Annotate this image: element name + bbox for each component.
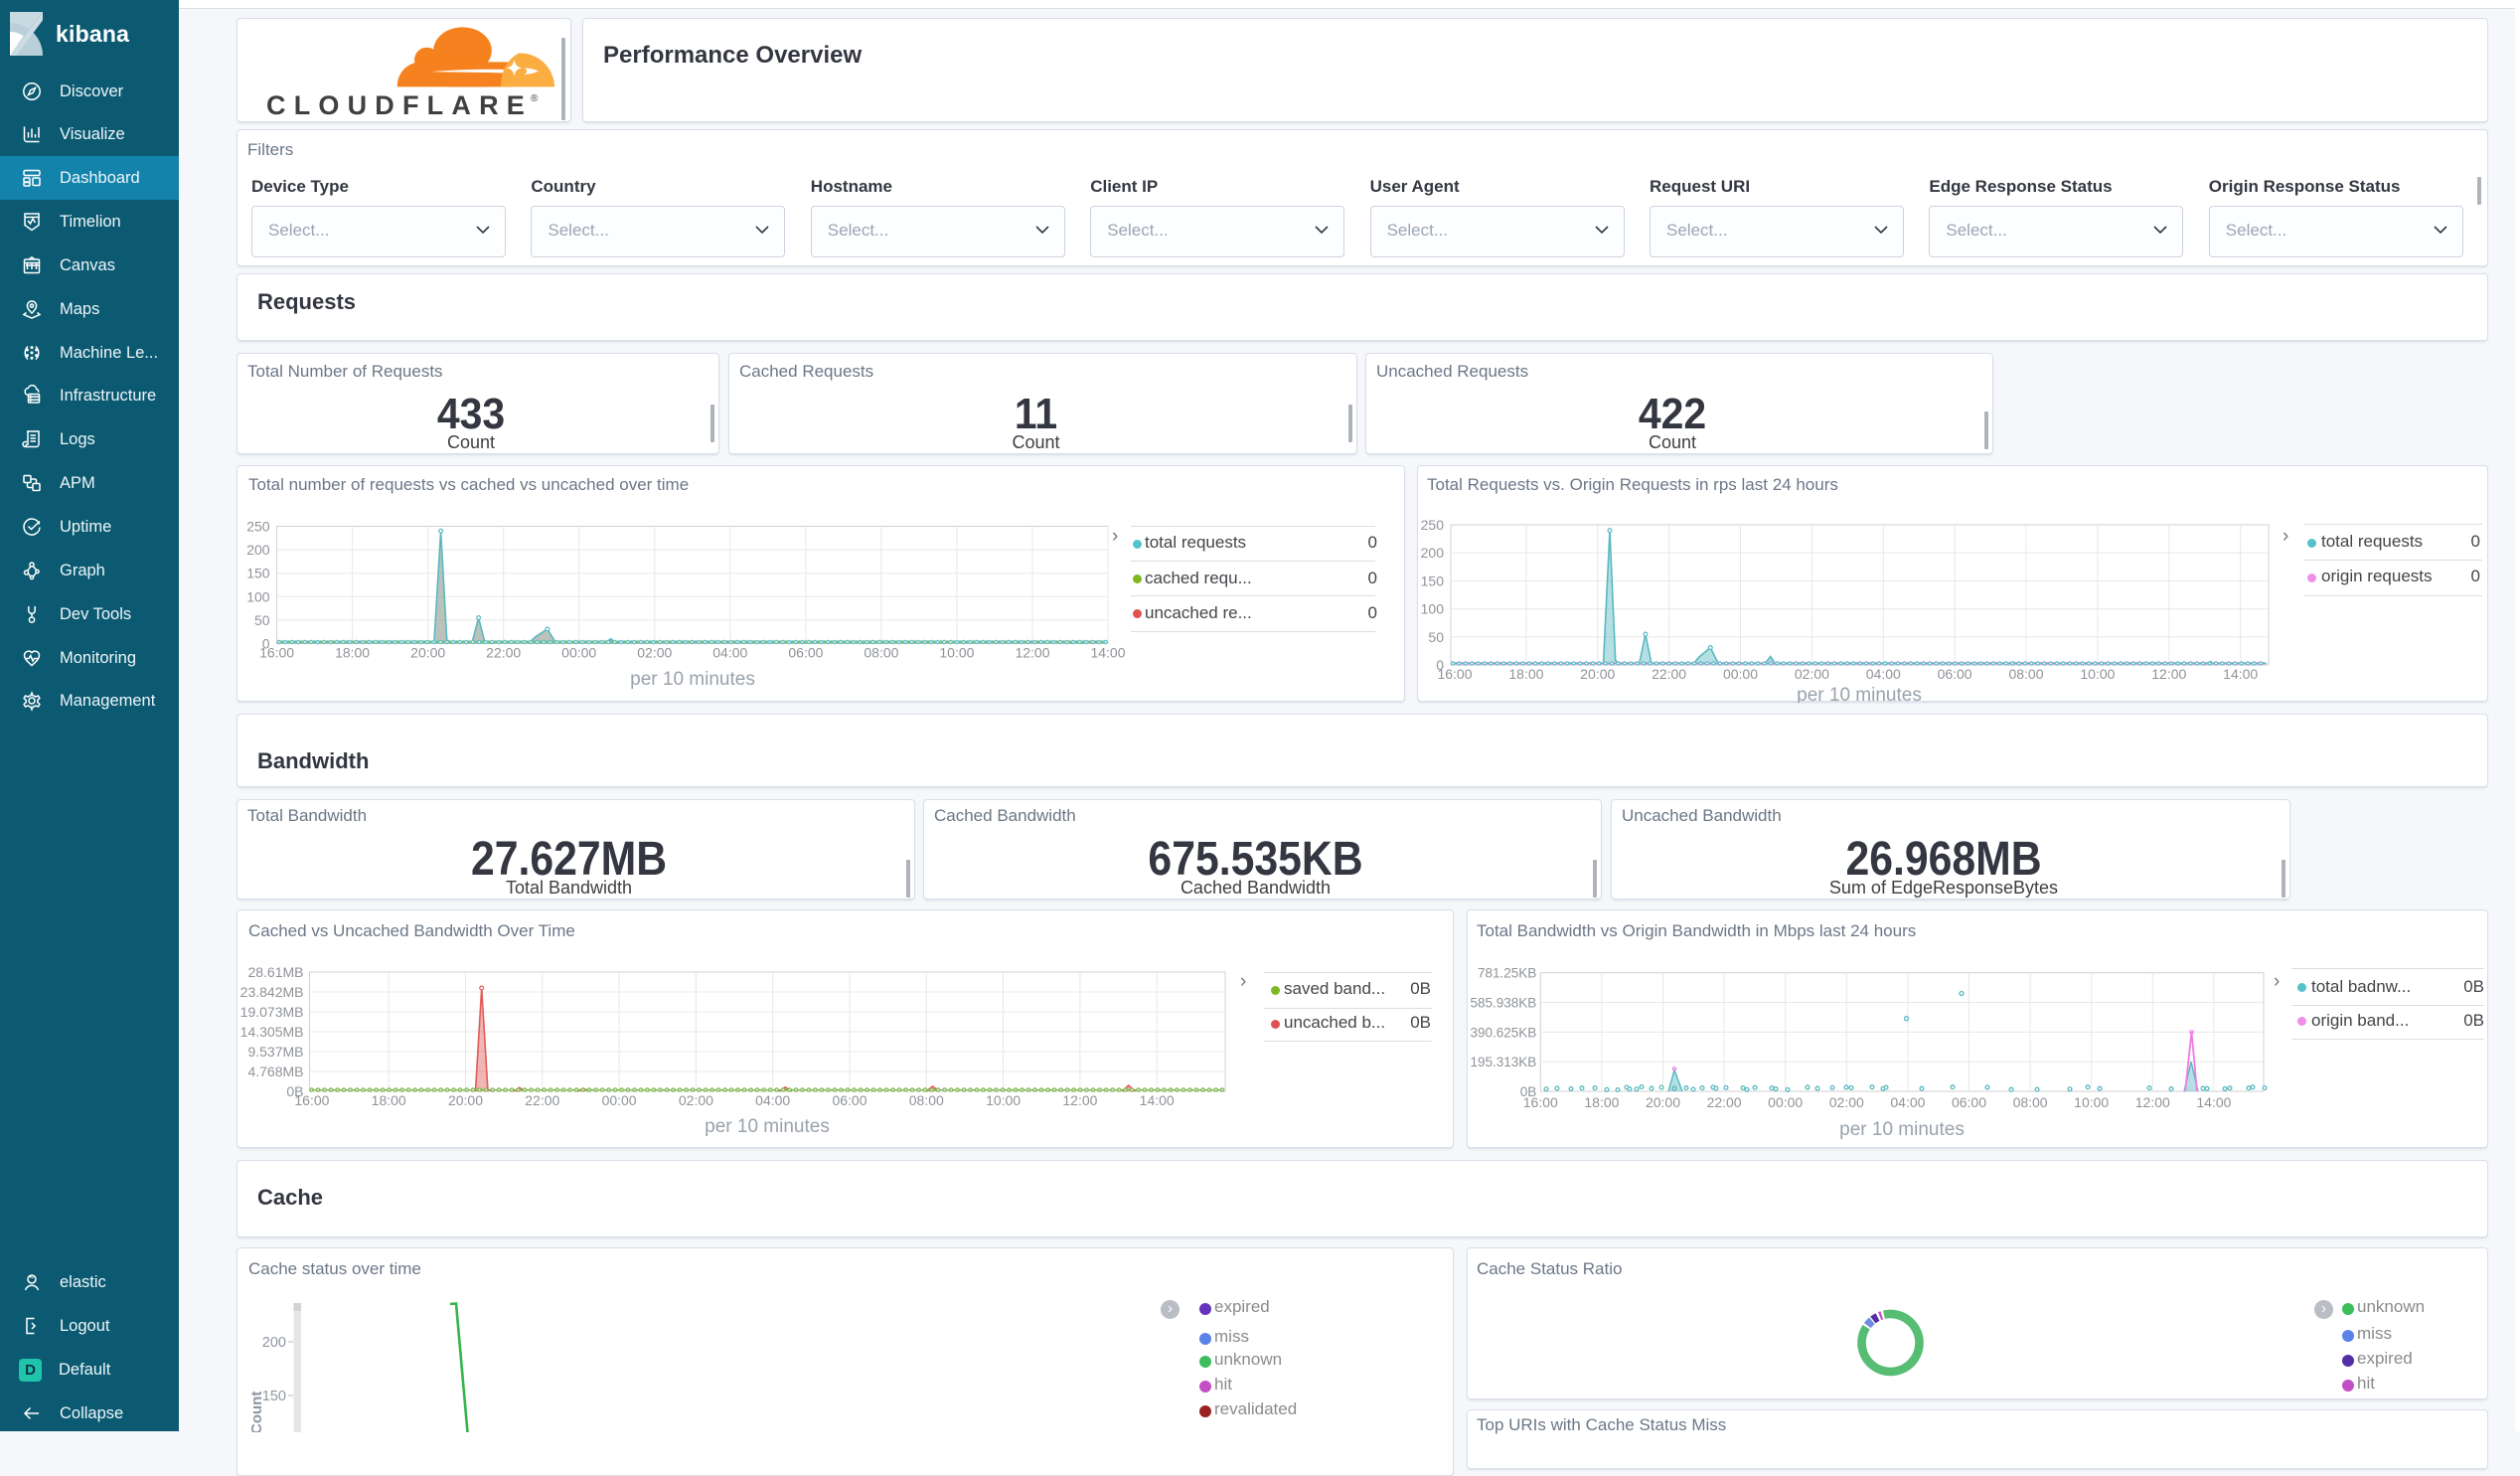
svg-text:150: 150: [1421, 573, 1445, 588]
svg-text:4.768MB: 4.768MB: [247, 1064, 303, 1079]
svg-text:02:00: 02:00: [637, 645, 672, 661]
svg-text:06:00: 06:00: [1938, 666, 1972, 682]
svg-text:per 10 minutes: per 10 minutes: [705, 1116, 830, 1137]
svg-text:20:00: 20:00: [1646, 1094, 1680, 1110]
svg-text:04:00: 04:00: [1890, 1094, 1925, 1110]
svg-text:per 10 minutes: per 10 minutes: [1797, 685, 1922, 703]
svg-text:0: 0: [1436, 657, 1444, 673]
svg-text:12:00: 12:00: [2151, 666, 2186, 682]
svg-text:23.842MB: 23.842MB: [240, 984, 304, 1000]
svg-text:00:00: 00:00: [561, 645, 596, 661]
svg-text:22:00: 22:00: [525, 1092, 559, 1108]
svg-text:200: 200: [246, 542, 270, 558]
svg-text:14:00: 14:00: [2196, 1094, 2231, 1110]
svg-text:02:00: 02:00: [679, 1092, 713, 1108]
svg-text:14.305MB: 14.305MB: [240, 1024, 304, 1040]
svg-text:04:00: 04:00: [1866, 666, 1901, 682]
svg-text:18:00: 18:00: [1584, 1094, 1619, 1110]
svg-text:20:00: 20:00: [1580, 666, 1615, 682]
svg-text:14:00: 14:00: [1140, 1092, 1175, 1108]
svg-text:06:00: 06:00: [832, 1092, 866, 1108]
svg-text:12:00: 12:00: [1015, 645, 1049, 661]
svg-text:10:00: 10:00: [2080, 666, 2115, 682]
svg-text:0B: 0B: [286, 1083, 303, 1099]
svg-text:00:00: 00:00: [1768, 1094, 1803, 1110]
svg-text:28.61MB: 28.61MB: [247, 964, 303, 980]
svg-text:12:00: 12:00: [1062, 1092, 1097, 1108]
svg-text:9.537MB: 9.537MB: [247, 1044, 303, 1060]
svg-text:08:00: 08:00: [2013, 1094, 2048, 1110]
svg-text:06:00: 06:00: [788, 645, 823, 661]
svg-text:00:00: 00:00: [602, 1092, 637, 1108]
svg-text:22:00: 22:00: [486, 645, 521, 661]
svg-text:04:00: 04:00: [755, 1092, 790, 1108]
svg-text:781.25KB: 781.25KB: [1478, 966, 1536, 981]
svg-text:10:00: 10:00: [939, 645, 974, 661]
svg-text:12:00: 12:00: [2135, 1094, 2170, 1110]
svg-text:0B: 0B: [1520, 1084, 1537, 1099]
svg-text:08:00: 08:00: [2008, 666, 2043, 682]
svg-text:10:00: 10:00: [986, 1092, 1021, 1108]
svg-text:390.625KB: 390.625KB: [1470, 1025, 1536, 1040]
svg-text:14:00: 14:00: [2223, 666, 2258, 682]
svg-text:20:00: 20:00: [410, 645, 445, 661]
svg-text:100: 100: [1421, 601, 1445, 617]
svg-text:200: 200: [1421, 545, 1445, 561]
svg-text:585.938KB: 585.938KB: [1470, 996, 1536, 1011]
svg-text:150: 150: [246, 566, 270, 581]
svg-text:18:00: 18:00: [335, 645, 370, 661]
svg-text:08:00: 08:00: [864, 645, 898, 661]
svg-text:100: 100: [246, 588, 270, 604]
svg-text:02:00: 02:00: [1829, 1094, 1864, 1110]
svg-text:20:00: 20:00: [448, 1092, 483, 1108]
svg-text:04:00: 04:00: [712, 645, 747, 661]
svg-text:CLOUDFLARE: CLOUDFLARE: [266, 90, 533, 120]
svg-text:195.313KB: 195.313KB: [1470, 1055, 1536, 1069]
svg-text:02:00: 02:00: [1795, 666, 1829, 682]
svg-text:18:00: 18:00: [1508, 666, 1543, 682]
svg-text:22:00: 22:00: [1707, 1094, 1742, 1110]
svg-text:0: 0: [262, 636, 270, 652]
svg-text:250: 250: [246, 519, 270, 535]
svg-text:14:00: 14:00: [1090, 645, 1125, 661]
svg-text:00:00: 00:00: [1723, 666, 1758, 682]
svg-text:50: 50: [1428, 629, 1444, 645]
svg-text:08:00: 08:00: [909, 1092, 944, 1108]
svg-text:150: 150: [262, 1389, 286, 1404]
svg-text:®: ®: [531, 93, 539, 104]
svg-text:22:00: 22:00: [1652, 666, 1686, 682]
svg-text:per 10 minutes: per 10 minutes: [630, 669, 755, 690]
svg-text:250: 250: [1421, 517, 1445, 533]
svg-text:50: 50: [254, 612, 270, 628]
svg-text:10:00: 10:00: [2074, 1094, 2109, 1110]
svg-text:06:00: 06:00: [1952, 1094, 1986, 1110]
svg-text:18:00: 18:00: [372, 1092, 406, 1108]
svg-text:Count: Count: [248, 1392, 265, 1432]
svg-text:per 10 minutes: per 10 minutes: [1839, 1119, 1965, 1140]
svg-text:200: 200: [262, 1335, 286, 1351]
svg-text:19.073MB: 19.073MB: [240, 1004, 304, 1020]
